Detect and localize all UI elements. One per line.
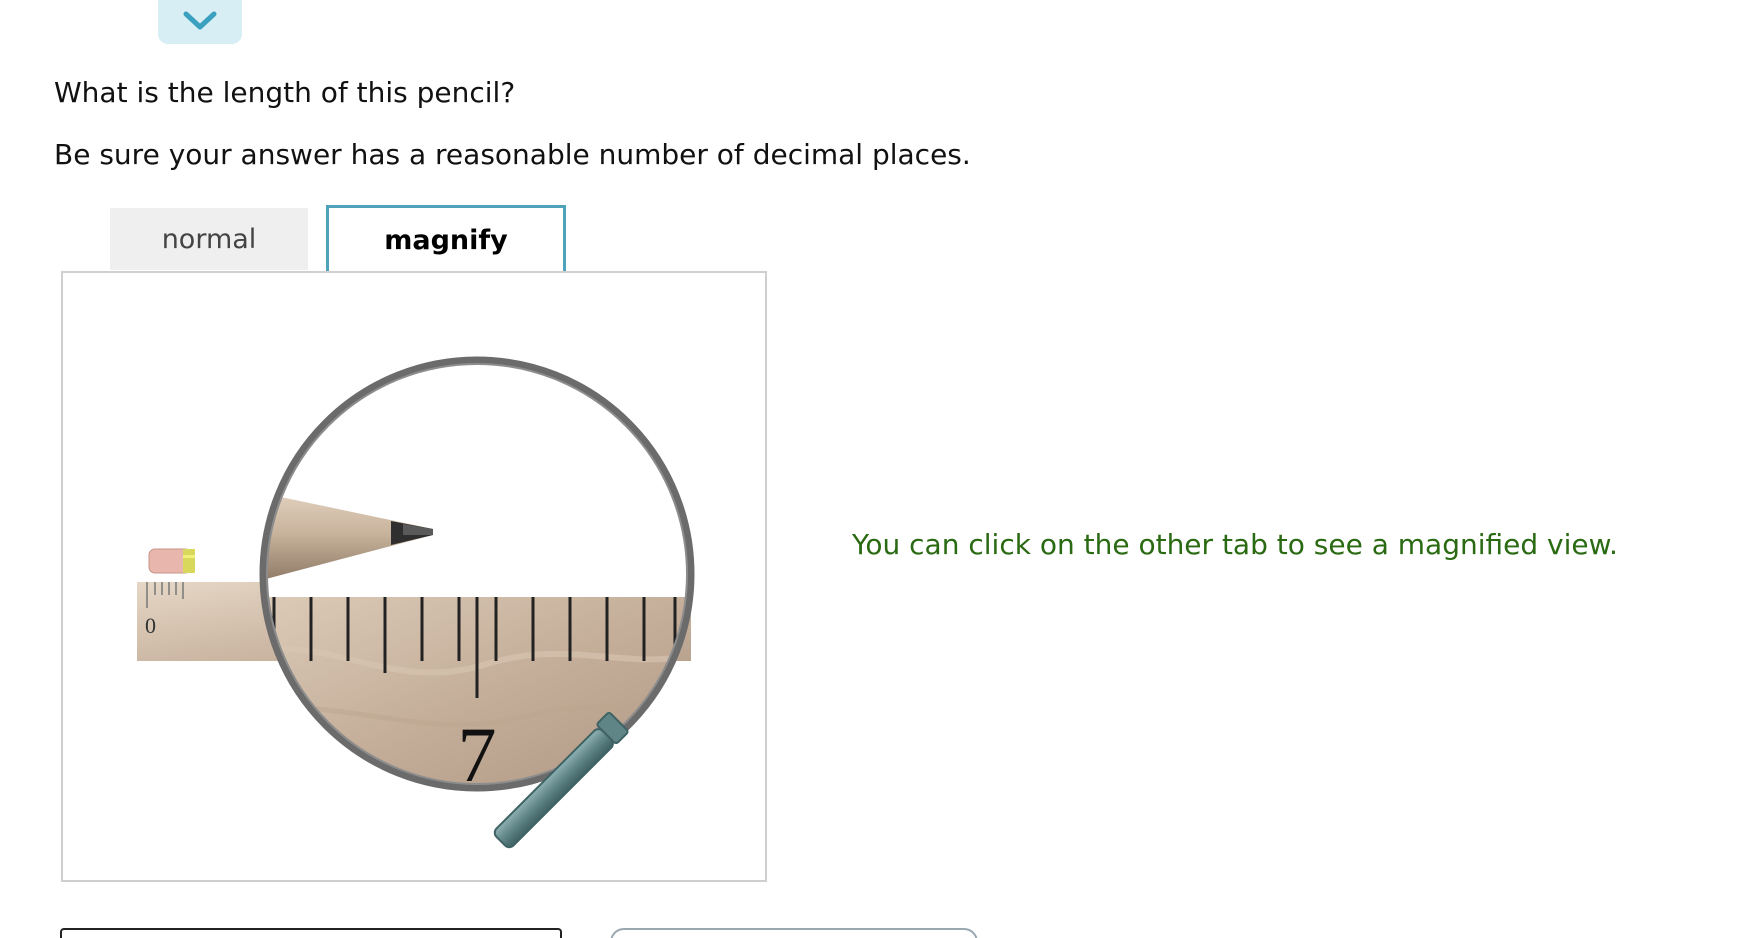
collapse-toggle-button[interactable]	[158, 0, 242, 44]
units-dropdown[interactable]	[610, 928, 978, 938]
answer-input[interactable]	[60, 928, 562, 938]
question-prompt: What is the length of this pencil?	[54, 76, 516, 109]
pencil-ruler-figure: 0 10	[137, 356, 695, 849]
question-page: What is the length of this pencil? Be su…	[0, 0, 1752, 938]
ruler-label-left: 0	[145, 613, 156, 638]
magnify-hint-text: You can click on the other tab to see a …	[852, 528, 1618, 561]
tab-normal[interactable]: normal	[110, 208, 308, 270]
chevron-down-icon	[183, 11, 217, 30]
figure-panel: 0 10	[61, 271, 767, 882]
pencil-eraser	[148, 548, 195, 574]
question-instruction: Be sure your answer has a reasonable num…	[54, 138, 971, 171]
tab-magnify[interactable]: magnify	[326, 205, 566, 275]
